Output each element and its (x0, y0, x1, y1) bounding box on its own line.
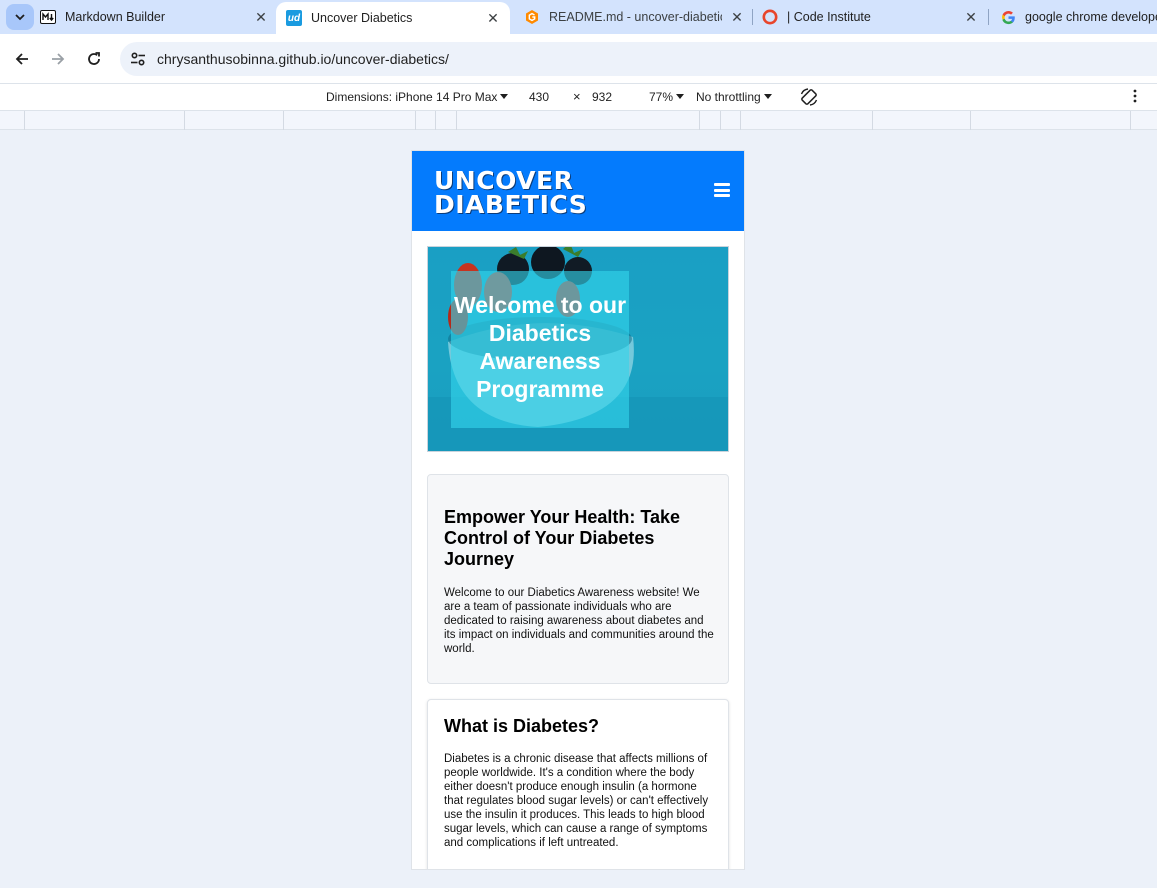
site-info-button[interactable] (121, 42, 155, 76)
ruler-tick[interactable] (1130, 111, 1131, 130)
hamburger-icon (714, 183, 730, 186)
device-dimensions-label: Dimensions: iPhone 14 Pro Max (326, 90, 498, 104)
ruler-tick[interactable] (435, 111, 436, 130)
what-is-diabetes-card: What is Diabetes? Diabetes is a chronic … (427, 699, 729, 869)
tab-title: README.md - uncover-diabetic (549, 10, 722, 24)
throttling-label: No throttling (696, 90, 761, 104)
hero-title: Welcome to our Diabetics Awareness Progr… (453, 292, 627, 402)
ud-icon: ud (286, 10, 302, 26)
tab-title: Markdown Builder (65, 10, 166, 24)
code-institute-icon (762, 9, 778, 25)
more-vert-icon (1133, 89, 1137, 103)
tab-google[interactable]: google chrome develope (1000, 0, 1157, 34)
zoom-select[interactable]: 77% (649, 90, 685, 104)
hero-banner: Welcome to our Diabetics Awareness Progr… (427, 246, 729, 452)
tab-search-button[interactable] (6, 4, 34, 30)
dimension-separator: × (573, 89, 581, 104)
ruler-tick[interactable] (456, 111, 457, 130)
tab-code-institute[interactable]: | Code Institute ✕ (762, 0, 980, 34)
caret-down-icon (763, 94, 772, 99)
back-button[interactable] (9, 46, 35, 72)
tab-separator (988, 9, 989, 25)
close-tab-icon[interactable]: ✕ (962, 8, 980, 26)
url-text: chrysanthusobinna.github.io/uncover-diab… (157, 51, 449, 67)
google-icon (1000, 9, 1016, 25)
intro-heading: Empower Your Health: Take Control of You… (444, 507, 681, 569)
ruler-tick[interactable] (184, 111, 185, 130)
tab-separator (752, 9, 753, 25)
device-dimensions-select[interactable]: Dimensions: iPhone 14 Pro Max (326, 90, 509, 104)
ruler-tick[interactable] (24, 111, 25, 130)
reload-button[interactable] (81, 46, 107, 72)
arrow-right-icon (52, 53, 65, 65)
hamburger-icon (714, 194, 730, 197)
arrow-left-icon (15, 53, 28, 65)
close-tab-icon[interactable]: ✕ (728, 8, 746, 26)
menu-toggle-button[interactable] (714, 183, 730, 197)
rotate-icon (800, 88, 818, 106)
tune-icon (131, 52, 145, 66)
media-query-ruler (0, 110, 1157, 130)
close-tab-icon[interactable]: ✕ (484, 9, 502, 27)
ruler-tick[interactable] (283, 111, 284, 130)
tab-title: | Code Institute (787, 10, 871, 24)
ruler-tick[interactable] (970, 111, 971, 130)
caret-down-icon (500, 94, 509, 99)
ruler-tick[interactable] (740, 111, 741, 130)
intro-card: Empower Your Health: Take Control of You… (427, 474, 729, 684)
forward-button[interactable] (45, 46, 71, 72)
gitpod-icon (524, 9, 540, 25)
ruler-tick[interactable] (415, 111, 416, 130)
caret-down-icon (676, 94, 685, 99)
site-logo[interactable]: UNCOVER DIABETICS (434, 168, 588, 219)
hamburger-icon (714, 188, 730, 192)
ruler-tick[interactable] (720, 111, 721, 130)
markdown-icon (40, 9, 56, 25)
device-viewport: UNCOVER DIABETICS Welcome to our Diabeti… (411, 150, 745, 870)
device-height-input[interactable]: 932 (592, 90, 612, 104)
rotate-button[interactable] (799, 87, 819, 110)
address-bar[interactable]: chrysanthusobinna.github.io/uncover-diab… (120, 42, 1157, 76)
ruler-tick[interactable] (872, 111, 873, 130)
what-is-diabetes-heading: What is Diabetes? (444, 716, 600, 736)
tab-title: Uncover Diabetics (311, 11, 413, 25)
device-width-input[interactable]: 430 (529, 90, 549, 104)
chevron-down-icon (15, 13, 25, 20)
logo-line-2: DIABETICS (434, 190, 588, 219)
tab-readme[interactable]: README.md - uncover-diabetic ✕ (524, 0, 746, 34)
ruler-tick[interactable] (699, 111, 700, 130)
tab-strip: Markdown Builder ✕ ud Uncover Diabetics … (0, 0, 1157, 34)
more-options-button[interactable] (1130, 88, 1140, 107)
tab-uncover-diabetics[interactable]: ud Uncover Diabetics ✕ (276, 2, 510, 34)
zoom-label: 77% (649, 90, 674, 104)
tab-title: google chrome develope (1025, 10, 1157, 24)
what-is-diabetes-text: Diabetes is a chronic disease that affec… (444, 753, 709, 849)
site-header: UNCOVER DIABETICS (412, 151, 744, 231)
intro-text: Welcome to our Diabetics Awareness websi… (444, 587, 714, 655)
browser-toolbar: chrysanthusobinna.github.io/uncover-diab… (0, 34, 1157, 83)
throttling-select[interactable]: No throttling (696, 90, 772, 104)
close-tab-icon[interactable]: ✕ (252, 8, 270, 26)
tab-markdown-builder[interactable]: Markdown Builder ✕ (40, 0, 270, 34)
reload-icon (88, 52, 100, 65)
device-toolbar: Dimensions: iPhone 14 Pro Max 430 × 932 … (0, 83, 1157, 110)
